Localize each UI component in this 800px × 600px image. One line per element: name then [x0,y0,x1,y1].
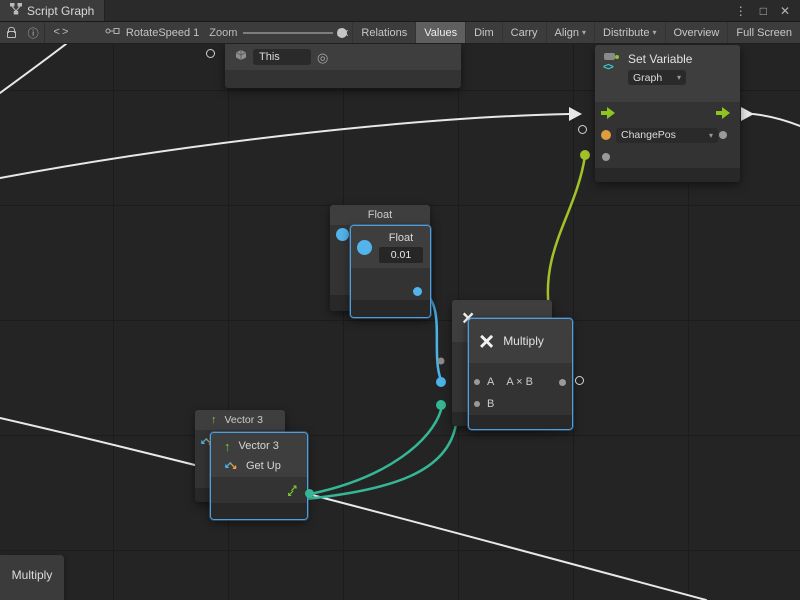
variable-scope-dropdown[interactable]: Graph ▾ [628,70,686,85]
node-this[interactable]: This ◎ [225,44,461,88]
float-output-port[interactable] [413,287,422,296]
chevron-down-icon: ▾ [703,131,713,140]
port-a-dot[interactable] [474,379,480,385]
port-result-label: A × B [506,376,533,388]
variable-name-dropdown[interactable]: ChangePos ▾ [616,128,718,143]
node-title: Multiply [12,568,53,582]
maximize-icon[interactable]: □ [760,4,767,18]
up-arrow-icon: ↑ [224,439,231,454]
wire-flow-top-corner [0,44,66,93]
node-title: Multiply [503,334,544,348]
info-button[interactable]: ⓘ [22,22,44,43]
node-footer [595,168,740,182]
node-title: Set Variable [628,52,692,66]
empty-port-ring[interactable] [206,49,215,58]
float-icon [357,240,372,255]
wire-arrow-icon [569,107,582,121]
float-icon [336,228,349,241]
chevron-down-icon: ▾ [582,28,586,37]
window-tab-bar: Script Graph ⋮ □ ✕ [0,0,800,22]
chevron-down-icon: ▾ [671,73,681,82]
this-object-field[interactable]: This [253,49,311,65]
node-multiply[interactable]: × Multiply A A × B B [468,318,573,430]
node-float[interactable]: Float 0.01 [350,225,431,318]
toolbar-button-carry[interactable]: Carry [502,22,546,43]
info-icon: ⓘ [28,25,39,41]
lock-button[interactable] [0,22,22,43]
get-up-icon: ↙ ↘ [224,460,238,473]
graph-node-icon [105,26,121,39]
wire-getup-to-multiply-b-back [306,424,456,499]
output-value-port[interactable] [719,131,727,139]
multiply-port-b-dot[interactable] [436,400,446,410]
toolbar-button-fullscreen[interactable]: Full Screen [727,22,800,43]
breadcrumb[interactable]: RotateSpeed 1 [105,26,199,39]
multiply-icon: × [479,328,494,354]
node-body [225,70,461,88]
zoom-slider-track [243,32,332,34]
node-title: Vector 3 [239,440,279,452]
vector-output-icon: ↗ ↙ [287,485,299,497]
toolbar-button-distribute[interactable]: Distribute▾ [594,22,664,43]
flow-output-port[interactable] [716,107,731,119]
empty-port-ring[interactable] [578,125,587,134]
node-title: Float [368,209,392,221]
graph-toolbar: ⓘ <> RotateSpeed 1 Zoom 1x Relations Val… [0,22,800,44]
close-icon[interactable]: ✕ [780,4,790,18]
unconnected-port-dot[interactable] [438,358,445,365]
lock-icon [7,31,16,38]
vector-output-port[interactable] [305,489,314,498]
breadcrumb-label: RotateSpeed 1 [126,27,199,39]
zoom-slider[interactable] [241,22,334,44]
multiply-port-a-dot[interactable] [436,377,446,387]
tab-title: Script Graph [27,4,94,18]
edit-source-button[interactable]: <> [45,22,79,43]
up-arrow-icon: ↑ [211,414,217,426]
tab-script-graph[interactable]: Script Graph [0,0,105,21]
wire-flow-into-set-variable [0,114,569,178]
code-icon: <> [53,27,70,39]
toolbar-button-dim[interactable]: Dim [465,22,502,43]
operation-label: Get Up [246,460,281,472]
object-picker-icon[interactable]: ◎ [317,51,328,64]
float-value-field[interactable]: 0.01 [379,247,423,263]
node-get-up[interactable]: ↑ Vector 3 ↙ ↘ Get Up ↗ ↙ [210,432,308,520]
graph-canvas[interactable]: Float × ↑ Vector 3 ↙ ↘ This [0,44,800,600]
port-b-label: B [487,398,494,410]
variable-name-port[interactable] [601,130,611,140]
toolbar-button-relations[interactable]: Relations [352,22,415,43]
node-footer [469,415,572,429]
script-graph-icon [10,3,22,18]
kebab-menu-icon[interactable]: ⋮ [735,4,747,18]
chevron-down-icon: ▾ [652,28,656,37]
port-result-dot[interactable] [559,379,566,386]
wire-flow-lower [0,418,706,600]
flow-input-port[interactable] [601,107,616,119]
node-title: Vector 3 [225,414,264,426]
node-set-variable[interactable]: <> Set Variable Graph ▾ ChangePos ▾ [595,45,740,182]
port-b-dot[interactable] [474,401,480,407]
wire-multiply-to-set-variable [548,156,585,310]
zoom-label: Zoom [209,27,237,39]
toolbar-button-overview[interactable]: Overview [665,22,728,43]
input-value-port[interactable] [602,153,610,161]
toolbar-button-align[interactable]: Align▾ [546,22,594,43]
port-a-label: A [487,376,494,388]
node-multiply-corner[interactable]: Multiply [0,555,64,600]
node-title: Float [389,232,413,244]
set-variable-icon: <> [603,52,621,74]
empty-port-ring[interactable] [575,376,584,385]
node-footer [211,503,307,519]
wire-flow-out-of-set-variable [753,114,800,126]
cube-icon [235,48,247,66]
toolbar-button-values[interactable]: Values [415,22,465,43]
window-controls: ⋮ □ ✕ [735,0,800,21]
zoom-slider-handle[interactable] [337,28,347,38]
wire-getup-to-multiply-b [310,410,441,494]
node-footer [351,300,430,317]
wire-end-port[interactable] [580,150,590,160]
